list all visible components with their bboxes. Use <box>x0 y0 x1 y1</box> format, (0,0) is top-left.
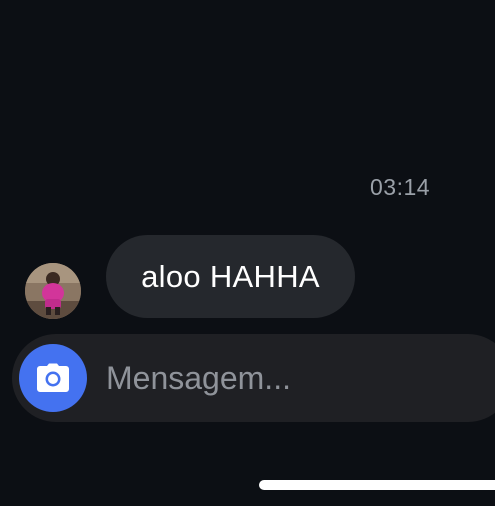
message-input[interactable] <box>106 352 476 404</box>
message-timestamp: 03:14 <box>370 174 431 200</box>
camera-button[interactable] <box>19 344 87 412</box>
camera-icon <box>37 363 69 392</box>
message-bubble-incoming[interactable]: aloo HAHHA <box>106 235 355 318</box>
home-indicator[interactable] <box>259 480 495 490</box>
message-text: aloo HAHHA <box>141 258 320 294</box>
chat-screen: 03:14 aloo HAHHA <box>0 0 495 506</box>
avatar[interactable] <box>25 263 81 319</box>
avatar-photo <box>25 263 81 319</box>
